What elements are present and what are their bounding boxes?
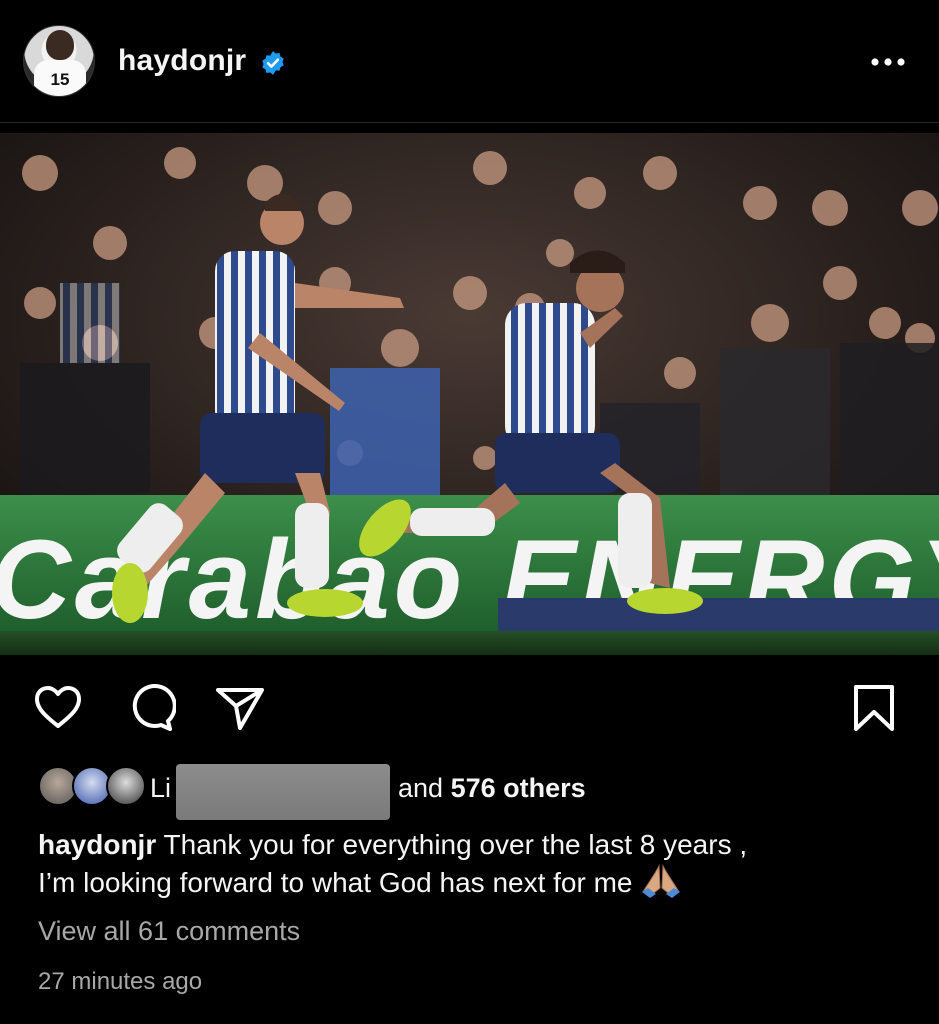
ellipsis-icon[interactable] <box>866 44 910 80</box>
avatar-jersey-number: 15 <box>50 70 70 89</box>
liker-avatar <box>106 766 146 806</box>
likes-row[interactable]: Li and 576 others <box>38 764 908 820</box>
heart-icon[interactable] <box>32 682 84 734</box>
likes-count[interactable]: 576 others <box>451 773 586 803</box>
likes-summary[interactable]: and 576 others <box>398 773 586 804</box>
avatar-head <box>46 30 74 60</box>
liker-avatars <box>38 766 146 808</box>
comment-icon[interactable] <box>124 682 176 734</box>
view-all-comments-link[interactable]: View all 61 comments <box>38 916 300 947</box>
bookmark-icon[interactable] <box>848 682 900 734</box>
photo-scene: Carabao ENERGY <box>0 133 939 655</box>
post-header: 15 haydonjr <box>0 0 939 122</box>
redacted-username <box>176 764 390 820</box>
profile-avatar[interactable]: 15 <box>23 25 95 97</box>
post-timestamp: 27 minutes ago <box>38 968 203 995</box>
post-caption: haydonjr Thank you for everything over t… <box>38 826 898 902</box>
likes-first-liker[interactable]: Li <box>150 773 171 804</box>
send-icon[interactable] <box>214 682 266 734</box>
post-username[interactable]: haydonjr <box>118 44 246 78</box>
pitch-grass <box>0 631 939 655</box>
header-divider <box>0 122 939 123</box>
action-bar <box>0 680 939 740</box>
post-photo[interactable]: Carabao ENERGY <box>0 133 939 655</box>
verified-badge-icon <box>262 51 284 75</box>
praying-hands-icon <box>642 864 681 898</box>
likes-and-label: and <box>398 773 444 803</box>
caption-username[interactable]: haydonjr <box>38 829 156 860</box>
caption-line-2: I’m looking forward to what God has next… <box>38 867 633 898</box>
caption-line-1: Thank you for everything over the last 8… <box>163 829 748 860</box>
pitch-side-board <box>498 598 939 631</box>
